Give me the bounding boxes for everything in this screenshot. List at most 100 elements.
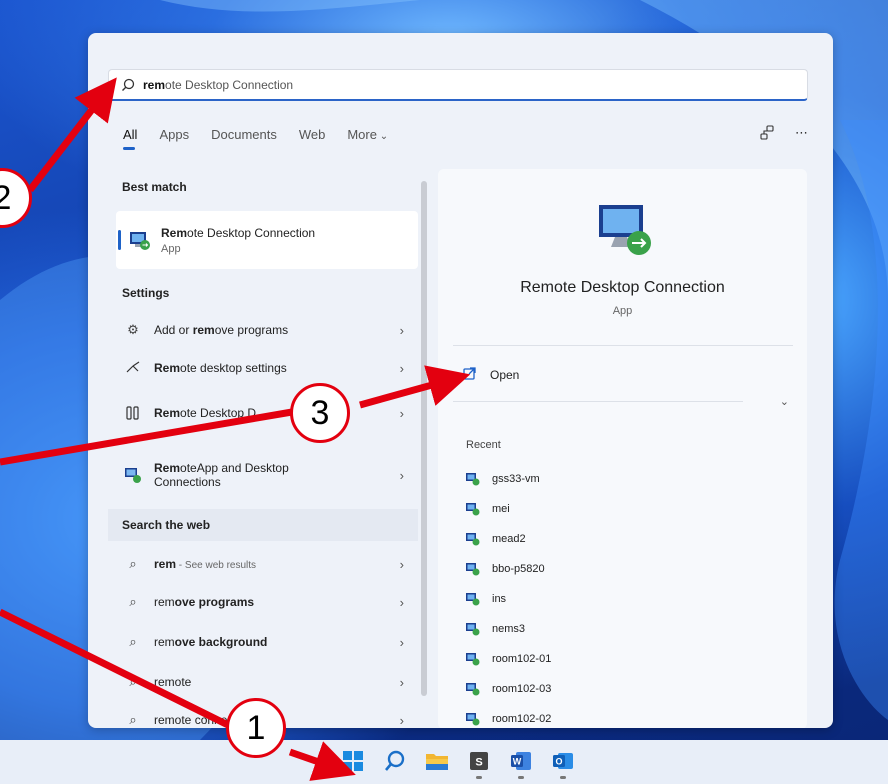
chevron-right-icon: › <box>399 674 404 690</box>
setting-remote-desktop-settings[interactable]: Remote desktop settings › <box>108 349 418 387</box>
word-icon[interactable]: W <box>508 748 534 779</box>
remoteapp-icon <box>124 466 142 484</box>
chevron-right-icon: › <box>399 634 404 650</box>
preview-app-name: Remote Desktop Connection <box>520 279 725 296</box>
recent-item[interactable]: mei <box>466 499 510 519</box>
search-typed-text: rem <box>143 77 166 92</box>
chevron-right-icon: › <box>399 594 404 610</box>
rdc-small-icon <box>466 472 480 486</box>
recent-item[interactable]: room102-03 <box>466 679 551 699</box>
recent-item-label: mead2 <box>492 533 526 545</box>
recent-item[interactable]: nems3 <box>466 619 525 639</box>
web-result-remove-background[interactable]: ⌕ remove background › <box>108 623 418 661</box>
tab-apps[interactable]: Apps <box>159 127 189 142</box>
app-s-icon[interactable]: S <box>466 748 492 779</box>
taskbar-search-icon[interactable] <box>382 748 408 774</box>
chevron-right-icon: › <box>399 556 404 572</box>
filter-tabs: All Apps Documents Web More <box>123 127 410 150</box>
setting-remote-desktop-d[interactable]: Remote Desktop D › <box>108 391 418 435</box>
search-icon: ⌕ <box>129 634 137 649</box>
chevron-right-icon: › <box>399 467 404 483</box>
recent-item-label: mei <box>492 503 510 515</box>
divider <box>453 345 793 346</box>
recent-item[interactable]: gss33-vm <box>466 469 540 489</box>
results-scrollbar[interactable] <box>418 171 430 728</box>
panel-actions: ⋯ <box>759 125 808 144</box>
recent-item-label: nems3 <box>492 623 526 635</box>
search-icon: ⌕ <box>129 674 137 689</box>
tab-all[interactable]: All <box>123 127 137 150</box>
running-indicator <box>518 776 524 779</box>
file-explorer-icon[interactable] <box>424 748 450 774</box>
settings-heading: Settings <box>122 286 170 300</box>
search-icon <box>121 78 135 92</box>
chevron-right-icon: › <box>399 405 404 421</box>
recent-item[interactable]: ins <box>466 589 506 609</box>
recent-item[interactable]: bbo-p5820 <box>466 559 545 579</box>
recent-item-label: bbo-p5820 <box>492 563 545 575</box>
recent-item-label: room102-03 <box>492 683 552 695</box>
outlook-icon[interactable]: O <box>550 748 576 779</box>
running-indicator <box>560 776 566 779</box>
selection-indicator <box>118 230 121 250</box>
search-input[interactable]: rem ote Desktop Connection <box>108 69 808 101</box>
web-result-rem[interactable]: ⌕ rem - See web results › <box>108 545 418 583</box>
setting-remoteapp-connections[interactable]: RemoteApp and Desktop Connections › <box>108 451 418 499</box>
windows-start-icon[interactable] <box>340 748 366 774</box>
preview-pane: Remote Desktop Connection App Open ⌄ Rec… <box>438 169 807 728</box>
recent-item-label: gss33-vm <box>492 473 540 485</box>
preview-app-type: App <box>612 305 633 317</box>
rdc-small-icon <box>466 652 480 666</box>
remote-icon <box>124 359 142 377</box>
best-match-subtitle: App <box>161 242 181 255</box>
chevron-right-icon: › <box>399 712 404 728</box>
svg-text:W: W <box>513 757 522 767</box>
search-completion-text: ote Desktop Connection <box>165 77 294 92</box>
recent-heading: Recent <box>466 439 501 451</box>
setting-add-remove-programs[interactable]: ⚙ Add or remove programs › <box>108 311 418 349</box>
running-indicator <box>476 776 482 779</box>
chevron-right-icon: › <box>399 360 404 376</box>
open-action[interactable]: Open <box>463 367 519 383</box>
recent-item[interactable]: mead2 <box>466 529 526 549</box>
start-search-panel: rem ote Desktop Connection All Apps Docum… <box>88 33 833 728</box>
callout-1: 1 <box>226 698 286 758</box>
recent-item[interactable]: room102-01 <box>466 649 551 669</box>
taskbar-icons: S W O <box>340 748 576 779</box>
recent-item-label: room102-02 <box>492 713 552 725</box>
recent-item-label: room102-01 <box>492 653 552 665</box>
results-list: Best match Remote Desktop Connection App… <box>108 171 418 728</box>
search-icon: ⌕ <box>129 556 137 571</box>
network-icon[interactable] <box>759 125 775 144</box>
web-result-remove-programs[interactable]: ⌕ remove programs › <box>108 583 418 621</box>
rdc-app-icon <box>129 229 151 251</box>
rdc-small-icon <box>466 592 480 606</box>
recent-item[interactable]: room102-02 <box>466 709 551 728</box>
recent-item-label: ins <box>492 593 507 605</box>
tools-icon <box>124 404 142 422</box>
tab-web[interactable]: Web <box>299 127 326 142</box>
best-match-result[interactable]: Remote Desktop Connection App <box>116 211 418 269</box>
web-result-remote[interactable]: ⌕ remote › <box>108 663 418 701</box>
rdc-small-icon <box>466 712 480 726</box>
callout-3: 3 <box>290 383 350 443</box>
rdc-small-icon <box>466 502 480 516</box>
search-icon: ⌕ <box>129 712 137 727</box>
gear-icon: ⚙ <box>127 322 139 337</box>
chevron-right-icon: › <box>399 322 404 338</box>
rdc-small-icon <box>466 682 480 696</box>
tab-more[interactable]: More <box>347 127 388 142</box>
taskbar: S W O <box>0 740 888 784</box>
divider <box>453 401 743 402</box>
rdc-small-icon <box>466 622 480 636</box>
ellipsis-icon[interactable]: ⋯ <box>795 125 808 144</box>
rdc-small-icon <box>466 532 480 546</box>
search-web-heading: Search the web <box>122 518 211 532</box>
rdc-small-icon <box>466 562 480 576</box>
open-external-icon <box>463 367 476 383</box>
scrollbar-thumb[interactable] <box>421 181 427 696</box>
search-icon: ⌕ <box>129 594 137 609</box>
tab-documents[interactable]: Documents <box>211 127 277 142</box>
chevron-down-icon[interactable]: ⌄ <box>780 395 789 408</box>
rdc-large-icon <box>593 197 657 261</box>
